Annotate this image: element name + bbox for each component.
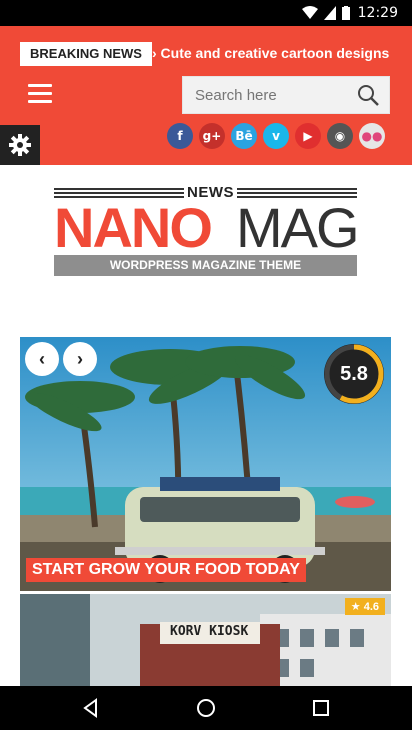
signal-icon [324, 6, 336, 20]
logo-nano-text: NANO [54, 196, 213, 259]
post-card[interactable]: KORV KIOSK ★ 4.6 [20, 594, 391, 686]
chevron-left-icon: ‹ [39, 348, 45, 369]
recents-icon[interactable] [310, 697, 332, 719]
instagram-icon[interactable]: ◉ [327, 123, 353, 149]
facebook-icon[interactable]: f [167, 123, 193, 149]
settings-gear-button[interactable] [0, 125, 40, 165]
social-links: f g+ Bē v ▶ ◉ ●● [167, 123, 385, 149]
gear-icon [9, 134, 31, 156]
search-icon[interactable] [357, 84, 379, 106]
logo-mag-text: MAG [236, 196, 360, 259]
breaking-news-label: BREAKING NEWS [20, 42, 152, 66]
search-input[interactable] [183, 77, 343, 113]
post-card-image [20, 594, 391, 686]
googleplus-icon[interactable]: g+ [199, 123, 225, 149]
status-icons [302, 6, 350, 20]
status-bar: 12:29 [0, 0, 412, 26]
menu-icon[interactable] [28, 84, 52, 104]
slide-title-link[interactable]: START GROW YOUR FOOD TODAY [26, 558, 306, 582]
chevron-right-icon: › [77, 348, 83, 369]
system-nav-bar [0, 686, 412, 730]
vimeo-icon[interactable]: v [263, 123, 289, 149]
behance-icon[interactable]: Bē [231, 123, 257, 149]
search-box [182, 76, 390, 114]
status-time: 12:29 [357, 5, 398, 21]
kiosk-sign-text: KORV KIOSK [170, 624, 249, 639]
breaking-news-ticker[interactable]: › Cute and creative cartoon designs [152, 45, 389, 61]
featured-slide[interactable]: ‹ › 5.8 START GROW YOUR FOOD TODAY [20, 337, 391, 591]
youtube-icon[interactable]: ▶ [295, 123, 321, 149]
back-icon[interactable] [80, 697, 102, 719]
battery-icon [342, 6, 350, 20]
site-logo[interactable]: NEWS NANO MAG WORDPRESS MAGAZINE THEME [54, 184, 360, 276]
site-header: BREAKING NEWS › Cute and creative cartoo… [0, 26, 412, 165]
logo-tagline: WORDPRESS MAGAZINE THEME [54, 255, 357, 276]
flickr-icon[interactable]: ●● [359, 123, 385, 149]
review-score-badge: 5.8 [322, 342, 386, 406]
home-icon[interactable] [195, 697, 217, 719]
rating-badge: ★ 4.6 [344, 598, 385, 615]
review-score-value: 5.8 [340, 363, 368, 385]
slider-prev-button[interactable]: ‹ [25, 342, 59, 376]
slider-next-button[interactable]: › [63, 342, 97, 376]
wifi-icon [302, 6, 318, 19]
